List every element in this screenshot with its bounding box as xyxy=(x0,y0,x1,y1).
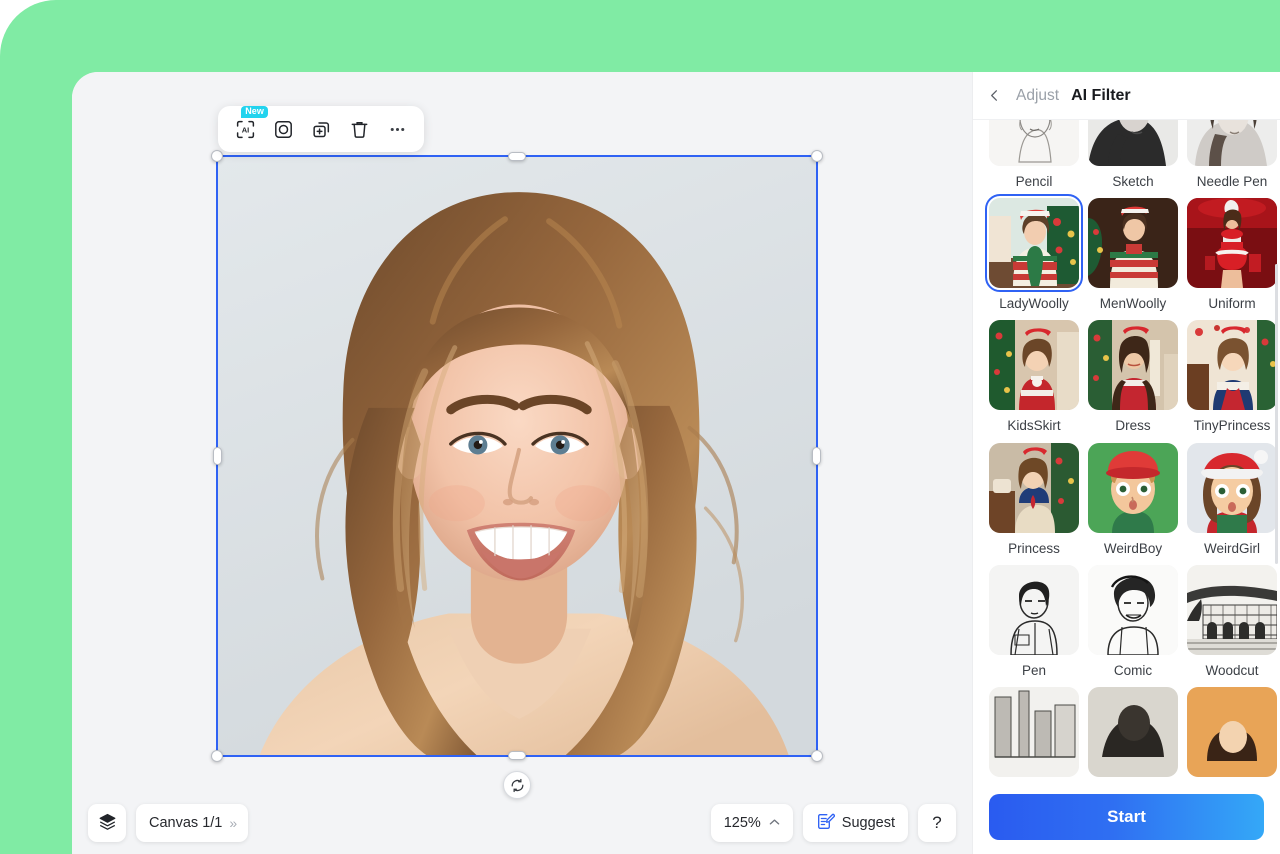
zoom-control[interactable]: 125% xyxy=(710,804,793,842)
resize-handle-right[interactable] xyxy=(812,447,821,465)
caret-up-icon xyxy=(769,817,780,829)
filter-item-pencil[interactable]: Pencil xyxy=(989,120,1079,198)
filter-thumbnail xyxy=(1088,686,1178,777)
start-button[interactable]: Start xyxy=(989,794,1264,840)
filter-item-dress[interactable]: Dress xyxy=(1088,320,1178,442)
help-button[interactable]: ? xyxy=(918,804,956,842)
filter-item-comic[interactable]: Comic xyxy=(1088,564,1178,687)
resize-handle-top-right[interactable] xyxy=(811,150,823,162)
filter-label: WeirdGirl xyxy=(1203,540,1260,556)
chevron-left-icon[interactable] xyxy=(987,86,1004,105)
filter-list-scroll[interactable]: Pencil Sketch Needle Pen LadyWoolly MenW… xyxy=(973,120,1280,782)
filter-label: Dress xyxy=(1115,418,1151,434)
breadcrumb-ai-filter: AI Filter xyxy=(1071,86,1131,104)
filter-label: TinyPrincess xyxy=(1193,418,1271,434)
suggest-edit-icon xyxy=(816,812,835,835)
resize-handle-top-left[interactable] xyxy=(211,150,223,162)
filter-item-uniform[interactable]: Uniform xyxy=(1187,198,1277,320)
more-tool-button[interactable] xyxy=(380,112,414,146)
zoom-level-label: 125% xyxy=(723,815,761,831)
filter-thumbnail xyxy=(989,686,1079,777)
element-toolbar: AI New xyxy=(218,106,424,152)
filter-label: LadyWoolly xyxy=(999,296,1069,312)
filter-item-tinyprincess[interactable]: TinyPrincess xyxy=(1187,320,1277,442)
filter-thumbnail xyxy=(1187,120,1277,166)
filter-item-partial[interactable] xyxy=(989,686,1079,782)
filter-thumbnail xyxy=(1187,564,1277,655)
filter-item-woodcut[interactable]: Woodcut xyxy=(1187,564,1277,687)
canvas-selector[interactable]: Canvas 1/1 » xyxy=(136,804,249,842)
bottom-bar: Canvas 1/1 » 125% Suggest ? xyxy=(72,792,972,854)
filter-item-pen[interactable]: Pen xyxy=(989,564,1079,687)
filter-thumbnail xyxy=(1088,442,1178,533)
layers-button[interactable] xyxy=(88,804,126,842)
filter-thumbnail xyxy=(1187,320,1277,411)
duplicate-tool-button[interactable] xyxy=(304,112,338,146)
filter-label: Princess xyxy=(1008,540,1060,556)
filter-thumbnail xyxy=(989,120,1079,166)
mask-tool-button[interactable] xyxy=(266,112,300,146)
filter-thumbnail xyxy=(985,194,1083,293)
filter-label: Pen xyxy=(1021,662,1047,678)
filter-label: KidsSkirt xyxy=(1007,418,1061,434)
filter-thumbnail xyxy=(1187,686,1277,777)
panel-scrollbar[interactable] xyxy=(1275,174,1278,782)
resize-handle-top[interactable] xyxy=(508,152,526,161)
breadcrumb-adjust[interactable]: Adjust xyxy=(1016,87,1059,105)
filter-thumbnail xyxy=(1088,564,1178,655)
filter-item-sketch[interactable]: Sketch xyxy=(1088,120,1178,198)
filter-thumbnail xyxy=(1088,120,1178,166)
filter-thumbnail xyxy=(989,320,1079,411)
portrait-artwork xyxy=(218,157,816,755)
filter-thumbnail xyxy=(989,442,1079,533)
portrait-image[interactable] xyxy=(218,157,816,755)
resize-handle-left[interactable] xyxy=(213,447,222,465)
filter-item-menwoolly[interactable]: MenWoolly xyxy=(1088,198,1178,320)
filter-grid: Pencil Sketch Needle Pen LadyWoolly MenW… xyxy=(985,120,1277,782)
filter-item-kidsskirt[interactable]: KidsSkirt xyxy=(989,320,1079,442)
filter-thumbnail xyxy=(1088,198,1178,289)
filter-thumbnail xyxy=(1187,198,1277,289)
resize-handle-bottom[interactable] xyxy=(508,751,526,760)
ai-tool-button[interactable]: AI New xyxy=(228,106,268,146)
filter-label: Sketch xyxy=(1112,174,1154,189)
panel-footer: Start xyxy=(973,782,1280,854)
selection-frame[interactable] xyxy=(211,150,823,799)
help-label: ? xyxy=(932,813,942,832)
filter-item-weirdgirl[interactable]: WeirdGirl xyxy=(1187,442,1277,565)
filter-label: Uniform xyxy=(1208,296,1256,312)
filter-item-weirdboy[interactable]: WeirdBoy xyxy=(1088,442,1178,565)
canvas-label: Canvas 1/1 xyxy=(149,815,223,831)
suggest-label: Suggest xyxy=(841,815,895,831)
filter-item-partial[interactable] xyxy=(1187,686,1277,782)
canvas-area[interactable]: AI New Canvas 1/1 » 125% Suggest ? xyxy=(72,72,972,854)
filter-label: Pencil xyxy=(1015,174,1053,189)
filter-item-needle-pen[interactable]: Needle Pen xyxy=(1187,120,1277,198)
filter-label: Comic xyxy=(1113,662,1153,678)
filter-thumbnail xyxy=(1187,442,1277,533)
filter-label: MenWoolly xyxy=(1099,296,1167,312)
rotate-handle[interactable] xyxy=(503,771,531,799)
panel-header: Adjust AI Filter xyxy=(973,72,1280,120)
suggest-button[interactable]: Suggest xyxy=(802,804,908,842)
filter-item-ladywoolly[interactable]: LadyWoolly xyxy=(985,194,1083,320)
svg-text:AI: AI xyxy=(241,125,249,134)
filter-item-princess[interactable]: Princess xyxy=(989,442,1079,565)
filter-thumbnail xyxy=(1088,320,1178,411)
filter-label: Needle Pen xyxy=(1196,174,1268,189)
delete-tool-button[interactable] xyxy=(342,112,376,146)
layers-icon xyxy=(98,812,117,835)
ai-filter-panel: Adjust AI Filter Pencil Sketch Needle Pe… xyxy=(972,72,1280,854)
filter-label: WeirdBoy xyxy=(1103,540,1163,556)
new-badge: New xyxy=(241,106,268,118)
filter-label: Woodcut xyxy=(1205,662,1259,678)
resize-handle-bottom-left[interactable] xyxy=(211,750,223,762)
chevron-double-right-icon: » xyxy=(229,815,237,831)
app-window: AI New Canvas 1/1 » 125% Suggest ? Adjus… xyxy=(72,72,1280,854)
filter-item-partial[interactable] xyxy=(1088,686,1178,782)
filter-thumbnail xyxy=(989,564,1079,655)
resize-handle-bottom-right[interactable] xyxy=(811,750,823,762)
